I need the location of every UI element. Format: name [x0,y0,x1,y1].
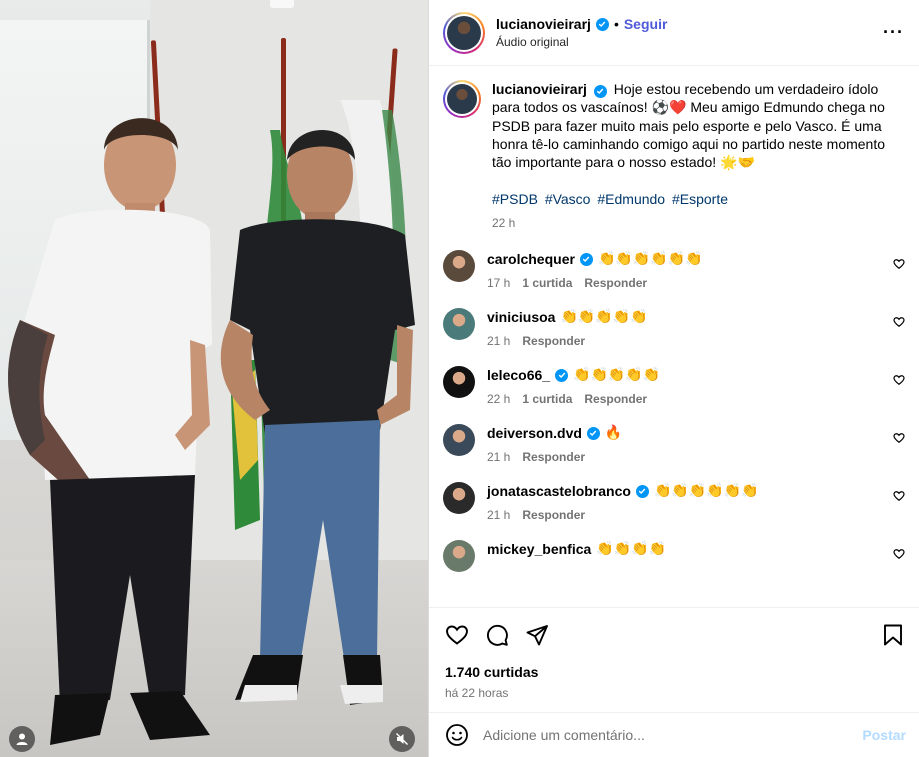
ceiling-light [270,0,294,8]
emoji-icon[interactable] [445,723,469,747]
comment-item: carolchequer 👏👏👏👏👏👏 17 h 1 curtida Respo… [443,250,905,290]
comment-text: 👏👏👏👏👏 [560,309,648,325]
comment-text: 👏👏👏👏👏 [573,367,661,383]
commenter-avatar[interactable] [443,308,475,340]
comment-time[interactable]: 22 h [487,392,510,406]
verified-badge-icon [555,368,569,382]
caption-emoji-1: ⚽❤️ [651,100,687,116]
reply-button[interactable]: Responder [584,276,647,290]
verified-badge-icon [593,84,607,98]
bookmark-icon[interactable] [882,623,904,647]
commenter-avatar[interactable] [443,250,475,282]
comment-item: deiverson.dvd 🔥 21 h Responder [443,424,905,464]
comment-text: 🔥 [604,425,623,441]
comment-item: jonatascastelobranco 👏👏👏👏👏👏 21 h Respond… [443,482,905,522]
verified-badge-icon [586,426,600,440]
posted-time[interactable]: há 22 horas [445,686,904,700]
commenter-username[interactable]: viniciusoa [487,308,555,326]
post-side-panel: lucianovieirarj • Seguir Áudio original … [428,0,919,757]
comment-item: leleco66_ 👏👏👏👏👏 22 h 1 curtida Responder [443,366,905,406]
comment-likes[interactable]: 1 curtida [522,276,572,290]
comment-like-heart-icon[interactable] [893,316,905,328]
comments-list: carolchequer 👏👏👏👏👏👏 17 h 1 curtida Respo… [443,250,905,572]
reply-button[interactable]: Responder [522,450,585,464]
author-avatar[interactable] [443,11,485,54]
comment-time[interactable]: 21 h [487,508,510,522]
comment-like-heart-icon[interactable] [893,258,905,270]
caption-time[interactable]: 22 h [492,214,905,232]
caption-emoji-2: 🌟🤝 [720,155,755,171]
comment-text: 👏👏👏👏👏👏 [653,483,759,499]
likes-count[interactable]: 1.740 curtidas [445,664,904,680]
commenter-username[interactable]: mickey_benfica [487,540,591,558]
follow-button[interactable]: Seguir [624,16,668,32]
comment-time[interactable]: 21 h [487,334,510,348]
audio-label[interactable]: Áudio original [496,35,667,49]
comment-time[interactable]: 21 h [487,450,510,464]
verified-badge-icon [595,17,609,31]
heart-icon[interactable] [445,623,469,647]
hashtag-link[interactable]: #Edmundo [597,191,665,207]
comment-item: mickey_benfica 👏👏👏👏 [443,540,905,572]
comment-time[interactable]: 17 h [487,276,510,290]
hashtag-link[interactable]: #Esporte [672,191,728,207]
user-tag-icon [16,733,28,745]
caption-author-avatar[interactable] [443,80,481,118]
comment-text: 👏👏👏👏 [596,541,667,557]
add-comment-bar: Postar [429,712,919,757]
commenter-avatar[interactable] [443,482,475,514]
comment-like-heart-icon[interactable] [893,548,905,560]
post-actions: 1.740 curtidas há 22 horas [429,607,919,711]
reply-button[interactable]: Responder [584,392,647,406]
commenter-username[interactable]: deiverson.dvd [487,424,582,442]
post-comment-button[interactable]: Postar [862,727,906,743]
share-icon[interactable] [525,623,549,647]
commenter-username[interactable]: leleco66_ [487,366,550,384]
commenter-username[interactable]: carolchequer [487,250,575,268]
verified-badge-icon [579,252,593,266]
author-username[interactable]: lucianovieirarj [496,16,591,32]
commenter-username[interactable]: jonatascastelobranco [487,482,631,500]
comment-like-heart-icon[interactable] [893,432,905,444]
commenter-avatar[interactable] [443,540,475,572]
comment-likes[interactable]: 1 curtida [522,392,572,406]
hashtag-link[interactable]: #Vasco [545,191,591,207]
reply-button[interactable]: Responder [522,334,585,348]
user-tag-button[interactable] [9,726,35,752]
caption-username[interactable]: lucianovieirarj [492,81,587,97]
comment-icon[interactable] [485,623,509,647]
comments-scroll-area[interactable]: lucianovieirarj Hoje estou recebendo um … [429,66,919,607]
person-left [8,118,212,745]
muted-speaker-icon [396,733,408,745]
more-options-icon[interactable]: ··· [883,22,904,43]
post-header: lucianovieirarj • Seguir Áudio original … [429,0,919,66]
reply-button[interactable]: Responder [522,508,585,522]
comment-like-heart-icon[interactable] [893,490,905,502]
verified-badge-icon [635,484,649,498]
person-right [220,130,415,705]
comment-text: 👏👏👏👏👏👏 [597,251,703,267]
separator-dot: • [613,16,619,32]
comment-like-heart-icon[interactable] [893,374,905,386]
commenter-avatar[interactable] [443,424,475,456]
comment-item: viniciusoa 👏👏👏👏👏 21 h Responder [443,308,905,348]
post-video[interactable] [0,0,428,757]
hashtags: #PSDB #Vasco #Edmundo #Esporte [492,190,905,208]
hashtag-link[interactable]: #PSDB [492,191,538,207]
commenter-avatar[interactable] [443,366,475,398]
mute-button[interactable] [389,726,415,752]
comment-input[interactable] [483,727,863,743]
post-caption: lucianovieirarj Hoje estou recebendo um … [443,80,905,232]
